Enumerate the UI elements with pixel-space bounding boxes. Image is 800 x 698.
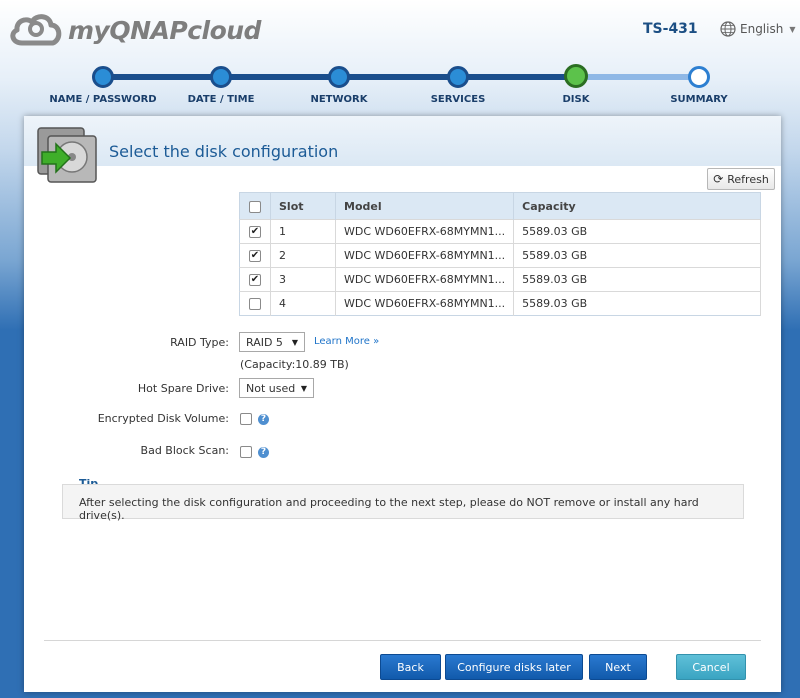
disk-checkbox[interactable]: ✔ xyxy=(249,250,261,262)
step-dot xyxy=(92,66,114,88)
hot-spare-select[interactable]: Not used ▼ xyxy=(239,378,314,398)
top-bar: myQNAPcloud TS-431 English ▼ xyxy=(0,0,800,60)
next-button[interactable]: Next xyxy=(589,654,647,680)
bad-block-scan-checkbox[interactable] xyxy=(240,446,252,458)
encrypted-volume-checkbox[interactable] xyxy=(240,413,252,425)
step-label: SERVICES xyxy=(430,94,486,105)
wizard-progress: NAME / PASSWORD DATE / TIME NETWORK SERV… xyxy=(0,62,800,112)
myqnapcloud-logo: myQNAPcloud xyxy=(8,10,261,50)
configure-later-button[interactable]: Configure disks later xyxy=(445,654,583,680)
bad-block-scan-controls: ? xyxy=(240,446,269,458)
table-row: 4 WDC WD60EFRX-68MYMN1... 5589.03 GB xyxy=(239,291,761,316)
row-checkbox-cell[interactable]: ✔ xyxy=(239,243,271,268)
hard-disk-icon xyxy=(37,127,97,183)
language-selector[interactable]: English ▼ xyxy=(720,21,796,37)
hot-spare-value: Not used xyxy=(246,381,296,395)
footer-divider xyxy=(44,640,761,641)
step-services: SERVICES xyxy=(398,62,518,105)
chevron-down-icon: ▼ xyxy=(300,383,307,393)
model-cell: WDC WD60EFRX-68MYMN1... xyxy=(335,267,515,292)
step-disk: DISK xyxy=(516,62,636,105)
slot-cell: 2 xyxy=(270,243,336,268)
model-cell: WDC WD60EFRX-68MYMN1... xyxy=(335,291,515,316)
model-cell: WDC WD60EFRX-68MYMN1... xyxy=(335,219,515,244)
step-dot-current xyxy=(564,64,588,88)
chevron-down-icon: ▼ xyxy=(789,24,796,34)
encrypted-volume-controls: ? xyxy=(240,413,269,425)
step-network: NETWORK xyxy=(279,62,399,105)
disk-checkbox[interactable]: ✔ xyxy=(249,274,261,286)
row-checkbox-cell[interactable]: ✔ xyxy=(239,219,271,244)
step-label: SUMMARY xyxy=(670,94,728,105)
step-label: NAME / PASSWORD xyxy=(49,94,157,105)
column-slot: Slot xyxy=(270,192,336,220)
chevron-down-icon: ▼ xyxy=(291,337,298,347)
slot-cell: 1 xyxy=(270,219,336,244)
language-label: English xyxy=(740,22,784,36)
capacity-note: (Capacity:10.89 TB) xyxy=(240,358,349,371)
select-all-checkbox[interactable] xyxy=(249,200,261,213)
page-title: Select the disk configuration xyxy=(109,142,339,161)
raid-type-select[interactable]: RAID 5 ▼ xyxy=(239,332,305,352)
disk-table: Slot Model Capacity ✔ 1 WDC WD60EFRX-68M… xyxy=(239,192,761,316)
refresh-label: Refresh xyxy=(727,172,769,186)
slot-cell: 3 xyxy=(270,267,336,292)
select-all-cell[interactable] xyxy=(239,192,271,220)
table-header-row: Slot Model Capacity xyxy=(239,192,761,220)
step-date-time: DATE / TIME xyxy=(161,62,281,105)
cloud-icon xyxy=(10,14,62,46)
learn-more-link[interactable]: Learn More » xyxy=(314,336,379,347)
column-model: Model xyxy=(335,192,515,220)
table-row: ✔ 3 WDC WD60EFRX-68MYMN1... 5589.03 GB xyxy=(239,267,761,292)
tip-box: After selecting the disk configuration a… xyxy=(62,484,744,522)
capacity-cell: 5589.03 GB xyxy=(513,267,761,292)
step-label: DATE / TIME xyxy=(187,94,255,105)
step-name-password: NAME / PASSWORD xyxy=(43,62,163,105)
slot-cell: 4 xyxy=(270,291,336,316)
panel-header: Select the disk configuration xyxy=(24,116,781,183)
globe-icon xyxy=(720,21,736,37)
step-dot xyxy=(447,66,469,88)
row-checkbox-cell[interactable]: ✔ xyxy=(239,267,271,292)
encrypted-volume-label: Encrypted Disk Volume: xyxy=(97,412,229,425)
capacity-cell: 5589.03 GB xyxy=(513,291,761,316)
step-label: NETWORK xyxy=(310,94,368,105)
hot-spare-label: Hot Spare Drive: xyxy=(137,382,229,395)
table-row: ✔ 1 WDC WD60EFRX-68MYMN1... 5589.03 GB xyxy=(239,219,761,244)
capacity-cell: 5589.03 GB xyxy=(513,243,761,268)
disk-checkbox[interactable] xyxy=(249,298,261,310)
row-checkbox-cell[interactable] xyxy=(239,291,271,316)
device-model: TS-431 xyxy=(643,21,698,37)
model-cell: WDC WD60EFRX-68MYMN1... xyxy=(335,243,515,268)
raid-type-value: RAID 5 xyxy=(246,335,283,349)
cancel-button[interactable]: Cancel xyxy=(676,654,746,680)
step-summary: SUMMARY xyxy=(639,62,759,105)
help-icon[interactable]: ? xyxy=(258,413,269,425)
back-button[interactable]: Back xyxy=(380,654,441,680)
refresh-icon: ⟳ xyxy=(713,172,724,186)
step-label: DISK xyxy=(562,94,590,105)
raid-type-label: RAID Type: xyxy=(170,336,229,349)
table-row: ✔ 2 WDC WD60EFRX-68MYMN1... 5589.03 GB xyxy=(239,243,761,268)
logo-text: myQNAPcloud xyxy=(68,15,261,45)
step-dot-pending xyxy=(688,66,710,88)
step-dot xyxy=(328,66,350,88)
refresh-button[interactable]: ⟳ Refresh xyxy=(707,168,775,190)
help-icon[interactable]: ? xyxy=(258,446,269,458)
capacity-cell: 5589.03 GB xyxy=(513,219,761,244)
disk-config-panel: Select the disk configuration ⟳ Refresh … xyxy=(24,116,781,692)
step-dot xyxy=(210,66,232,88)
bad-block-scan-label: Bad Block Scan: xyxy=(140,444,229,457)
column-capacity: Capacity xyxy=(513,192,761,220)
tip-text: After selecting the disk configuration a… xyxy=(79,496,699,522)
disk-checkbox[interactable]: ✔ xyxy=(249,226,261,238)
